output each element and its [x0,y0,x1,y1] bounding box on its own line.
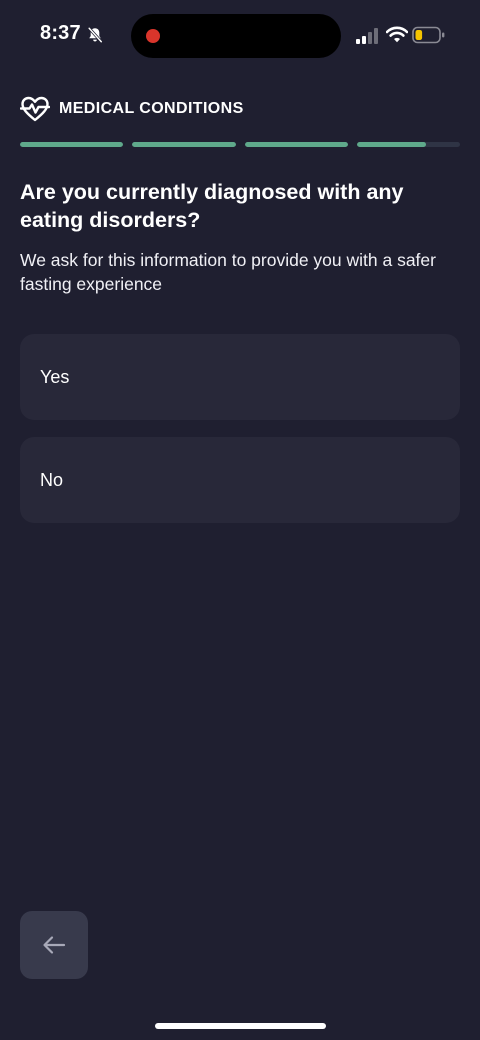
section-header: MEDICAL CONDITIONS [20,94,244,124]
option-no-button[interactable]: No [20,437,460,523]
wifi-icon [386,26,408,43]
section-title: MEDICAL CONDITIONS [59,100,244,117]
progress-segment-fill [356,142,426,147]
bell-slash-icon [87,26,103,44]
back-button[interactable] [20,911,88,979]
arrow-left-icon [43,936,66,954]
cellular-signal-icon [356,28,378,44]
status-time: 8:37 [40,22,81,44]
option-label: No [40,469,64,490]
progress-segment [132,142,236,147]
question-subtitle: We ask for this information to provide y… [20,250,436,294]
option-label: Yes [40,366,70,387]
heart-pulse-icon [20,96,50,122]
recording-indicator-icon [146,29,160,43]
progress-bar [20,142,460,147]
option-yes-button[interactable]: Yes [20,334,460,420]
progress-segment-fill [244,142,348,147]
battery-icon [412,26,445,44]
dynamic-island [131,14,341,58]
progress-segment [20,142,124,147]
status-bar: 8:37 [0,0,480,72]
progress-segment [244,142,348,147]
home-indicator [155,1023,326,1029]
progress-segment [356,142,460,147]
progress-segment-fill [20,142,124,147]
question-title: Are you currently diagnosed with any eat… [20,180,404,232]
progress-segment-fill [132,142,236,147]
